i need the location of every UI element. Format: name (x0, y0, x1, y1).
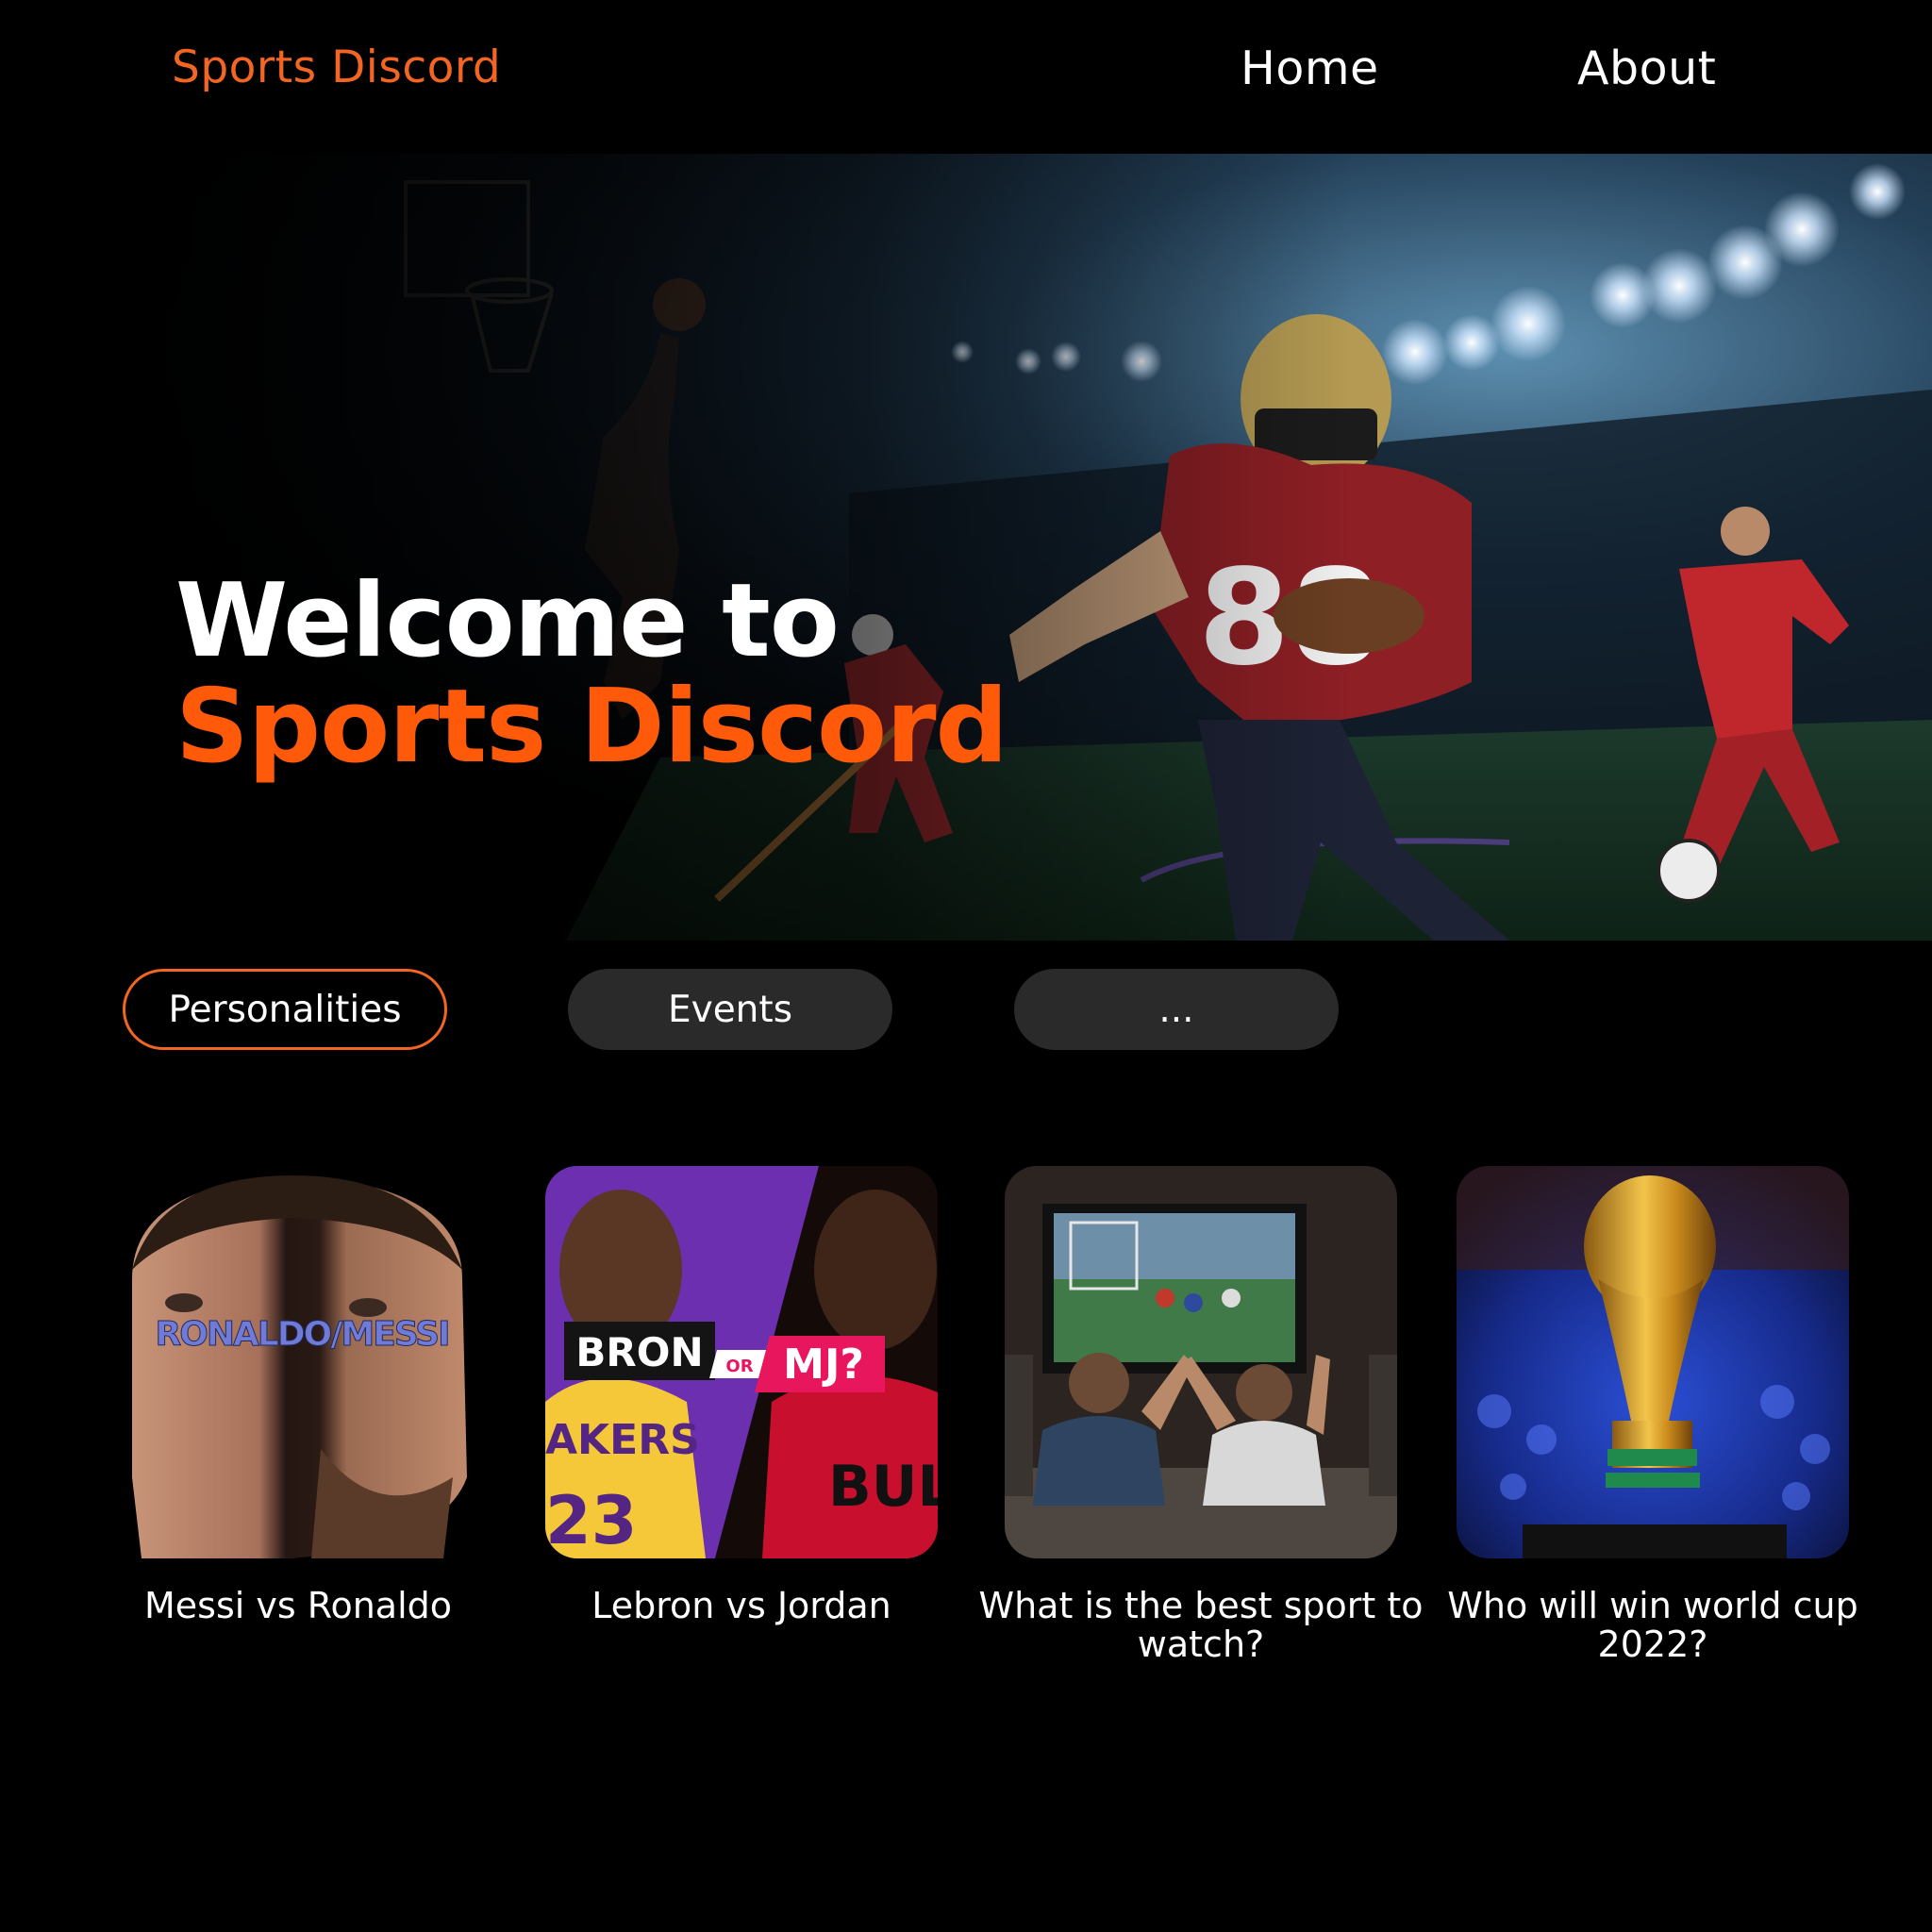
card-jersey-left-number: 23 (545, 1482, 637, 1558)
tab-more[interactable]: ... (1014, 969, 1339, 1050)
card-jersey-left: AKERS (545, 1416, 700, 1464)
category-tabs: Personalities Events ... (0, 969, 1932, 1052)
lebron-jordan-image: AKERS 23 BULL BRON OR MJ? (545, 1166, 938, 1558)
discussion-card[interactable]: AKERS 23 BULL BRON OR MJ? Lebron vs Jord… (545, 1166, 938, 1625)
discussion-card[interactable]: RONALDO/MESSI Messi vs Ronaldo (104, 1166, 496, 1626)
tab-events[interactable]: Events (568, 969, 892, 1050)
card-caption: What is the best sport to watch? (978, 1585, 1424, 1665)
hero-title-line1: Welcome to (175, 562, 840, 680)
card-overlay-right: MJ? (783, 1341, 864, 1389)
nav-about-link[interactable]: About (1577, 42, 1716, 95)
card-caption: Lebron vs Jordan (591, 1585, 891, 1626)
card-thumbnail[interactable] (1005, 1166, 1397, 1558)
hero-image: 88 (0, 154, 1932, 941)
brand-logo[interactable]: Sports Discord (172, 42, 501, 93)
card-overlay-mid: OR (725, 1357, 753, 1376)
card-jersey-right: BULL (828, 1454, 938, 1520)
card-thumbnail[interactable] (1457, 1166, 1849, 1558)
tab-personalities[interactable]: Personalities (123, 969, 447, 1050)
discussion-card[interactable]: Who will win world cup 2022? (1447, 1166, 1858, 1664)
discussion-card[interactable]: What is the best sport to watch? (979, 1166, 1424, 1664)
card-overlay-text: RONALDO/MESSI (156, 1315, 449, 1354)
nav-home-link[interactable]: Home (1241, 42, 1379, 95)
card-thumbnail[interactable]: RONALDO/MESSI (104, 1166, 496, 1558)
hero-banner: 88 Welcome to Sports Discord (0, 154, 1932, 941)
card-overlay-left: BRON (575, 1329, 703, 1375)
fans-watching-tv-image (1005, 1166, 1397, 1558)
world-cup-trophy-image (1457, 1166, 1849, 1558)
card-caption: Who will win world cup 2022? (1447, 1585, 1858, 1665)
card-caption: Messi vs Ronaldo (143, 1585, 452, 1626)
hero-title-line2: Sports Discord (175, 668, 1008, 786)
hero-title: Welcome to Sports Discord (175, 569, 1008, 780)
card-thumbnail[interactable]: AKERS 23 BULL BRON OR MJ? (545, 1166, 938, 1558)
ronaldo-messi-image: RONALDO/MESSI (104, 1166, 496, 1558)
